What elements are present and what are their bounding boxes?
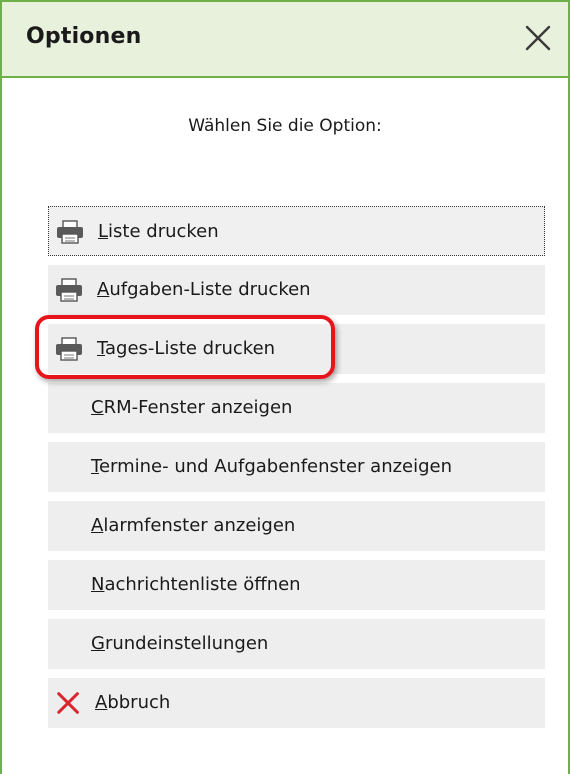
close-icon — [525, 25, 551, 51]
option-grundeinstellungen[interactable]: Grundeinstellungen — [48, 619, 545, 669]
option-crm-fenster-anzeigen[interactable]: CRM-Fenster anzeigen — [48, 383, 545, 433]
option-label: Liste drucken — [98, 221, 219, 242]
option-label: Aufgaben-Liste drucken — [97, 279, 311, 300]
option-liste-drucken[interactable]: Liste drucken — [48, 206, 545, 256]
option-abbruch[interactable]: Abbruch — [48, 678, 545, 728]
cancel-x-icon — [57, 692, 79, 714]
option-termine-aufgabenfenster-anzeigen[interactable]: Termine- und Aufgabenfenster anzeigen — [48, 442, 545, 492]
option-label: Tages-Liste drucken — [97, 338, 276, 359]
title-bar: Optionen — [2, 2, 568, 78]
close-button[interactable] — [518, 18, 558, 58]
option-prompt: Wählen Sie die Option: — [188, 116, 382, 136]
option-label: CRM-Fenster anzeigen — [91, 397, 293, 418]
printer-icon — [57, 220, 83, 244]
option-label: Grundeinstellungen — [91, 633, 269, 654]
option-nachrichtenliste-oeffnen[interactable]: Nachrichtenliste öffnen — [48, 560, 545, 610]
option-tages-liste-drucken[interactable]: Tages-Liste drucken — [48, 324, 545, 374]
printer-icon — [56, 337, 82, 361]
options-dialog: Optionen Wählen Sie die Option: Liste dr… — [0, 0, 570, 774]
option-label: Abbruch — [95, 692, 171, 713]
option-label: Alarmfenster anzeigen — [91, 515, 296, 536]
option-alarmfenster-anzeigen[interactable]: Alarmfenster anzeigen — [48, 501, 545, 551]
option-aufgaben-liste-drucken[interactable]: Aufgaben-Liste drucken — [48, 265, 545, 315]
option-label: Nachrichtenliste öffnen — [91, 574, 301, 595]
printer-icon — [56, 278, 82, 302]
option-label: Termine- und Aufgabenfenster anzeigen — [91, 456, 453, 477]
dialog-title: Optionen — [26, 24, 142, 49]
